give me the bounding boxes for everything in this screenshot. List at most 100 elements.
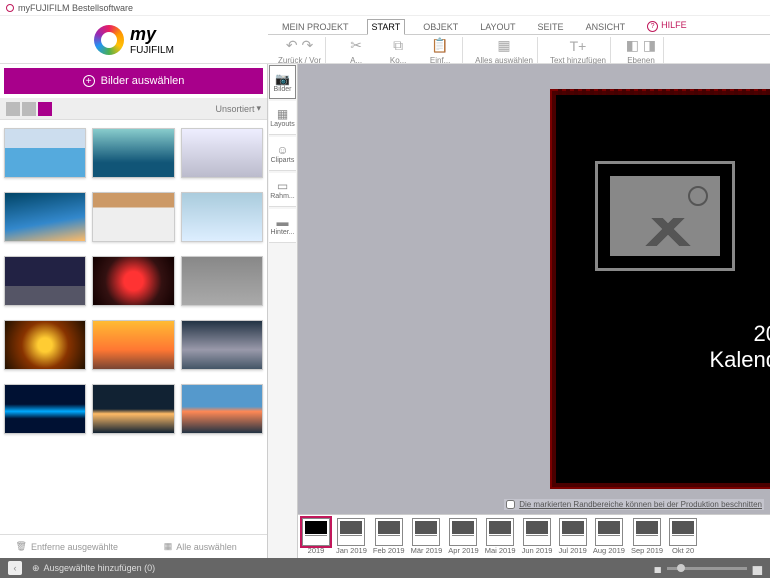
image-thumb[interactable] <box>92 256 174 306</box>
image-thumb[interactable] <box>4 128 86 178</box>
side-tool-images[interactable]: 📷Bilder <box>269 65 296 99</box>
image-thumb[interactable] <box>92 320 174 370</box>
page-label: Okt 20 <box>672 546 694 555</box>
undo-redo-button[interactable]: ↶ ↷ Zurück / Vor <box>278 37 321 65</box>
tab-seite[interactable]: SEITE <box>534 20 568 34</box>
tab-layout[interactable]: LAYOUT <box>476 20 519 34</box>
image-thumb[interactable] <box>181 384 263 434</box>
paste-icon: 📋 <box>431 37 448 54</box>
select-all-thumbs-button[interactable]: ▦ Alle auswählen <box>134 541 268 552</box>
side-tool-cliparts[interactable]: ☺Cliparts <box>269 137 296 171</box>
layout-icon: ▦ <box>277 107 288 121</box>
plus-icon: + <box>83 75 95 87</box>
main: + Bilder auswählen Unsortiert ▾ <box>0 64 770 558</box>
page-thumb[interactable]: Jan 2019 <box>336 518 367 555</box>
page-label: Mär 2019 <box>411 546 443 555</box>
select-all-button[interactable]: ▦Alles auswählen <box>475 37 533 65</box>
page-thumb[interactable]: Okt 20 <box>669 518 697 555</box>
collapse-button[interactable]: ‹ <box>8 561 22 575</box>
view-large-icon[interactable] <box>6 102 20 116</box>
select-images-button[interactable]: + Bilder auswählen <box>4 68 263 94</box>
view-bar: Unsortiert ▾ <box>0 98 267 120</box>
chevron-down-icon: ▾ <box>256 103 261 114</box>
page-thumb[interactable]: 2019 <box>302 518 330 555</box>
main-tabs: MEIN PROJEKT START OBJEKT LAYOUT SEITE A… <box>268 16 770 34</box>
page-label: Jan 2019 <box>336 546 367 555</box>
calendar-page[interactable]: 20 Kalend <box>550 89 770 489</box>
page-label: Sep 2019 <box>631 546 663 555</box>
page-thumb[interactable]: Sep 2019 <box>631 518 663 555</box>
window-title: myFUJIFILM Bestellsoftware <box>18 3 133 13</box>
image-placeholder[interactable] <box>595 161 735 271</box>
layers-button[interactable]: ◧ ◨Ebenen <box>623 37 659 65</box>
sort-dropdown[interactable]: Unsortiert ▾ <box>215 103 261 114</box>
zoom-slider[interactable] <box>667 567 747 570</box>
image-thumb[interactable] <box>92 128 174 178</box>
zoom-large-icon[interactable]: ▅ <box>753 561 762 575</box>
text-icon: T+ <box>570 38 587 54</box>
page-thumb[interactable]: Feb 2019 <box>373 518 405 555</box>
add-text-button[interactable]: T+Text hinzufügen <box>550 38 606 65</box>
placeholder-icon <box>610 176 720 256</box>
crop-note[interactable]: Die markierten Randbereiche können bei d… <box>504 499 764 510</box>
footer: ‹ ⊕ Ausgewählte hinzufügen (0) ▅ ▅ <box>0 558 770 578</box>
view-small-icon[interactable] <box>38 102 52 116</box>
page-label: Jun 2019 <box>522 546 553 555</box>
frame-icon: ▭ <box>277 179 288 193</box>
filmstrip: 2019 Jan 2019 Feb 2019 Mär 2019 Apr 2019 Mai … <box>298 514 770 558</box>
logo-ring-icon <box>94 25 124 55</box>
page-thumb[interactable]: Mär 2019 <box>411 518 443 555</box>
image-thumb[interactable] <box>181 128 263 178</box>
image-thumb[interactable] <box>4 192 86 242</box>
canvas-view[interactable]: 20 Kalend Die markierten Randbereiche kö… <box>298 64 770 514</box>
side-tool-layouts[interactable]: ▦Layouts <box>269 101 296 135</box>
add-selected-button[interactable]: ⊕ Ausgewählte hinzufügen (0) <box>32 563 155 574</box>
tab-hilfe[interactable]: HILFE <box>643 18 691 34</box>
page-thumb[interactable]: Jul 2019 <box>558 518 586 555</box>
page-thumb[interactable]: Mai 2019 <box>485 518 516 555</box>
page-label: Aug 2019 <box>593 546 625 555</box>
image-grid <box>0 120 267 534</box>
undo-icon: ↶ ↷ <box>286 37 313 54</box>
tab-mein-projekt[interactable]: MEIN PROJEKT <box>278 20 353 34</box>
image-thumb[interactable] <box>4 256 86 306</box>
side-tool-rail: 📷Bilder ▦Layouts ☺Cliparts ▭Rahm... ▬Hin… <box>268 64 298 558</box>
cut-button[interactable]: ✂A... <box>338 37 374 65</box>
copy-button[interactable]: ⧉Ko... <box>380 37 416 65</box>
crop-note-checkbox[interactable] <box>506 500 515 509</box>
image-thumb[interactable] <box>4 384 86 434</box>
page-thumb[interactable]: Jun 2019 <box>522 518 553 555</box>
image-thumb[interactable] <box>4 320 86 370</box>
logo-area: my FUJIFILM <box>0 16 268 63</box>
image-thumb[interactable] <box>92 384 174 434</box>
remove-selected-button[interactable]: 🗑 Entferne ausgewählte <box>0 541 134 552</box>
cut-icon: ✂ <box>350 37 362 54</box>
page-label: Mai 2019 <box>485 546 516 555</box>
calendar-title: 20 Kalend <box>709 321 770 374</box>
image-thumb[interactable] <box>181 320 263 370</box>
tab-objekt[interactable]: OBJEKT <box>419 20 462 34</box>
page-thumb[interactable]: Apr 2019 <box>448 518 478 555</box>
tab-start[interactable]: START <box>367 19 406 35</box>
image-thumb[interactable] <box>181 192 263 242</box>
sidebar: + Bilder auswählen Unsortiert ▾ <box>0 64 268 558</box>
tab-ansicht[interactable]: ANSICHT <box>582 20 630 34</box>
brand-script: my <box>130 24 174 45</box>
zoom-small-icon[interactable]: ▅ <box>655 564 661 573</box>
page-label: Apr 2019 <box>448 546 478 555</box>
side-tool-backgrounds[interactable]: ▬Hinter... <box>269 209 296 243</box>
view-medium-icon[interactable] <box>22 102 36 116</box>
image-thumb[interactable] <box>92 192 174 242</box>
camera-icon: 📷 <box>275 72 290 86</box>
page-thumb[interactable]: Aug 2019 <box>593 518 625 555</box>
add-icon: ⊕ <box>32 563 40 574</box>
grid-icon: ▦ <box>164 541 173 552</box>
background-icon: ▬ <box>277 215 289 229</box>
page-label: Feb 2019 <box>373 546 405 555</box>
paste-button[interactable]: 📋Einf... <box>422 37 458 65</box>
canvas-area: 20 Kalend Die markierten Randbereiche kö… <box>298 64 770 558</box>
trash-icon: 🗑 <box>16 541 27 552</box>
side-tool-frames[interactable]: ▭Rahm... <box>269 173 296 207</box>
select-all-icon: ▦ <box>497 37 510 54</box>
image-thumb[interactable] <box>181 256 263 306</box>
